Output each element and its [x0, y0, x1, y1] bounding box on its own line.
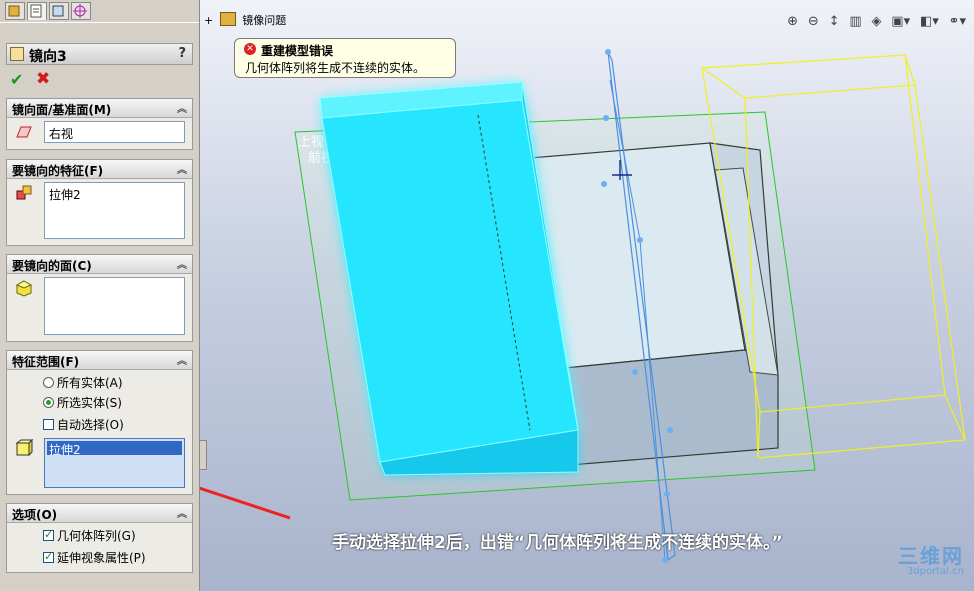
group-header[interactable]: 镜向面/基准面(M) ︽: [7, 99, 192, 118]
tab-property-manager[interactable]: [27, 2, 47, 20]
property-icon: [30, 4, 42, 18]
mirror-plane-field[interactable]: 右视: [44, 121, 185, 143]
faces-list[interactable]: [44, 277, 185, 335]
collapse-icon[interactable]: ︽: [177, 100, 187, 115]
model-scene: 上视 前视: [200, 49, 966, 563]
collapse-icon[interactable]: ︽: [177, 352, 187, 367]
error-icon: ✕: [244, 43, 256, 55]
radio-button[interactable]: [43, 397, 54, 408]
face-icon: [15, 280, 33, 297]
feature-icon: [16, 185, 32, 200]
options-group: 选项(O) ︽ 几何体阵列(G) 延伸视象属性(P): [6, 503, 193, 573]
geometry-pattern-checkbox[interactable]: 几何体阵列(G): [43, 527, 136, 544]
auto-select-checkbox[interactable]: 自动选择(O): [43, 416, 124, 433]
all-bodies-radio[interactable]: 所有实体(A): [43, 374, 123, 391]
feature-manager-tabs: [0, 0, 199, 23]
checkbox-label: 几何体阵列(G): [57, 529, 136, 543]
group-title: 特征范围(F): [12, 355, 80, 369]
error-message: 几何体阵列将生成不连续的实体。: [245, 61, 426, 75]
features-to-mirror-group: 要镜向的特征(F) ︽ 拉伸2: [6, 159, 193, 246]
watermark-logo: 三维网: [898, 544, 964, 568]
watermark-url: 3dportal.cn: [906, 566, 964, 577]
list-item-label: 拉伸2: [49, 443, 81, 457]
tab-configuration[interactable]: [49, 2, 69, 20]
selected-list-item[interactable]: 拉伸2: [47, 441, 182, 457]
plane-icon: [16, 126, 32, 138]
configuration-icon: [52, 5, 64, 17]
panel-splitter-handle[interactable]: [199, 440, 207, 470]
feature-tree-icon: [8, 5, 20, 17]
tab-feature-tree[interactable]: [5, 2, 25, 20]
feature-scope-group: 特征范围(F) ︽ 所有实体(A) 所选实体(S) 自动选择(O) 拉伸2: [6, 350, 193, 495]
group-title: 镜向面/基准面(M): [12, 103, 112, 117]
help-button[interactable]: ?: [178, 46, 186, 61]
group-title: 选项(O): [12, 508, 58, 522]
collapse-icon[interactable]: ︽: [177, 256, 187, 271]
radio-label: 所选实体(S): [57, 396, 122, 410]
page-title: 镜向3: [29, 49, 67, 65]
annotation-arrow: [200, 486, 291, 520]
error-tooltip: ✕ 重建模型错误 几何体阵列将生成不连续的实体。: [234, 38, 456, 78]
checkbox-label: 延伸视象属性(P): [57, 551, 146, 565]
crosshair-icon: [73, 4, 87, 18]
radio-label: 所有实体(A): [57, 376, 123, 390]
mirror-plane-value: 右视: [49, 127, 74, 141]
group-title: 要镜向的特征(F): [12, 164, 104, 178]
collapse-icon[interactable]: ︽: [177, 161, 187, 176]
cancel-button[interactable]: ✖: [36, 69, 50, 89]
property-manager: 镜向3 ? ✔ ✖ 镜向面/基准面(M) ︽ 右视 要镜向的特征(F) ︽ 拉伸…: [0, 0, 200, 591]
ok-button[interactable]: ✔: [10, 70, 23, 89]
plane-label: 上视: [298, 135, 324, 150]
group-header[interactable]: 要镜向的特征(F) ︽: [7, 160, 192, 179]
checkbox-label: 自动选择(O): [57, 418, 124, 432]
body-icon: [15, 439, 33, 457]
group-header[interactable]: 要镜向的面(C) ︽: [7, 255, 192, 274]
mirror-face-group: 镜向面/基准面(M) ︽ 右视: [6, 98, 193, 150]
bodies-list[interactable]: 拉伸2: [44, 438, 185, 488]
graphics-area[interactable]: + 镜像问题 ⊕ ⊖ ↕ ▥ ◈ ▣▾ ◧▾ ⚭▾ 上视 前视 ✕ 重建模型错误…: [200, 0, 974, 591]
property-title-bar: 镜向3 ?: [6, 43, 193, 65]
collapse-icon[interactable]: ︽: [177, 505, 187, 520]
error-title: 重建模型错误: [261, 44, 334, 58]
checkbox[interactable]: [43, 550, 54, 563]
checkbox[interactable]: [43, 419, 54, 430]
mirror-feature-icon: [10, 47, 24, 61]
checkbox[interactable]: [43, 528, 54, 541]
tab-dimxpert[interactable]: [71, 2, 91, 20]
annotation-caption: 手动选择拉伸2后，出错“几何体阵列将生成不连续的实体。”: [332, 533, 783, 553]
propagate-visual-checkbox[interactable]: 延伸视象属性(P): [43, 549, 146, 566]
group-header[interactable]: 选项(O) ︽: [7, 504, 192, 523]
group-header[interactable]: 特征范围(F) ︽: [7, 351, 192, 370]
list-item[interactable]: 拉伸2: [49, 186, 81, 203]
radio-button[interactable]: [43, 377, 54, 388]
features-list[interactable]: 拉伸2: [44, 182, 185, 239]
selected-bodies-radio[interactable]: 所选实体(S): [43, 394, 122, 411]
faces-to-mirror-group: 要镜向的面(C) ︽: [6, 254, 193, 342]
group-title: 要镜向的面(C): [12, 259, 92, 273]
